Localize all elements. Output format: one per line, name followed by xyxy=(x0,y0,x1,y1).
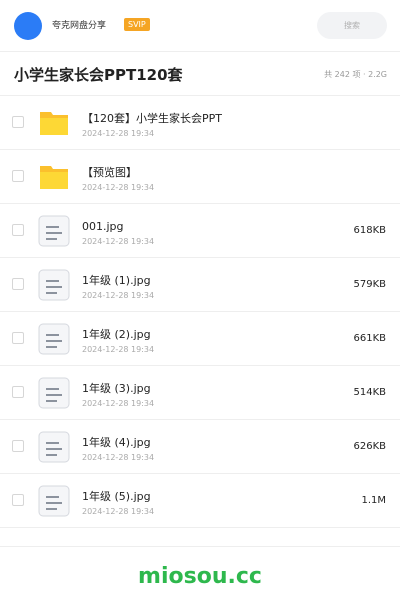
file-size: 579KB xyxy=(353,279,386,290)
file-icon xyxy=(38,269,70,301)
watermark: miosou.cc xyxy=(138,564,262,589)
file-icon xyxy=(38,215,70,247)
page-title: 小学生家长会PPT120套 xyxy=(14,66,183,84)
select-checkbox[interactable] xyxy=(12,332,24,344)
file-size: 514KB xyxy=(353,387,386,398)
file-name: 【120套】小学生家长会PPT xyxy=(82,112,222,125)
file-date: 2024-12-28 19:34 xyxy=(82,129,155,138)
file-name: 1年级 (4).jpg xyxy=(82,436,151,449)
file-date: 2024-12-28 19:34 xyxy=(82,507,155,516)
file-date: 2024-12-28 19:34 xyxy=(82,237,155,246)
avatar[interactable] xyxy=(14,12,42,40)
select-checkbox[interactable] xyxy=(12,170,24,182)
file-date: 2024-12-28 19:34 xyxy=(82,291,155,300)
file-icon xyxy=(38,323,70,355)
file-date: 2024-12-28 19:34 xyxy=(82,399,155,408)
file-name: 【预览图】 xyxy=(82,166,137,179)
list-item[interactable]: 【预览图】 2024-12-28 19:34 xyxy=(0,150,400,204)
file-size: 661KB xyxy=(353,333,386,344)
file-name: 1年级 (2).jpg xyxy=(82,328,151,341)
list-item[interactable]: 001.jpg 2024-12-28 19:34 618KB xyxy=(0,204,400,258)
file-icon xyxy=(38,431,70,463)
select-checkbox[interactable] xyxy=(12,278,24,290)
file-date: 2024-12-28 19:34 xyxy=(82,183,155,192)
select-checkbox[interactable] xyxy=(12,224,24,236)
file-name: 001.jpg xyxy=(82,220,124,233)
file-icon xyxy=(38,485,70,517)
top-bar: 夸克网盘分享 SVIP 搜索 xyxy=(0,0,400,52)
footer: miosou.cc xyxy=(0,546,400,600)
folder-icon xyxy=(38,161,70,193)
list-item[interactable]: 1年级 (1).jpg 2024-12-28 19:34 579KB xyxy=(0,258,400,312)
title-row: 小学生家长会PPT120套 共 242 项 · 2.2G xyxy=(0,52,400,96)
list-item[interactable]: 【120套】小学生家长会PPT 2024-12-28 19:34 xyxy=(0,96,400,150)
file-name: 1年级 (3).jpg xyxy=(82,382,151,395)
file-date: 2024-12-28 19:34 xyxy=(82,453,155,462)
file-date: 2024-12-28 19:34 xyxy=(82,345,155,354)
list-item[interactable]: 1年级 (5).jpg 2024-12-28 19:34 1.1M xyxy=(0,474,400,528)
file-name: 1年级 (5).jpg xyxy=(82,490,151,503)
list-item[interactable]: 1年级 (4).jpg 2024-12-28 19:34 626KB xyxy=(0,420,400,474)
file-icon xyxy=(38,377,70,409)
folder-icon xyxy=(38,107,70,139)
search-input[interactable]: 搜索 xyxy=(317,12,387,39)
select-checkbox[interactable] xyxy=(12,116,24,128)
select-checkbox[interactable] xyxy=(12,440,24,452)
list-item[interactable]: 1年级 (2).jpg 2024-12-28 19:34 661KB xyxy=(0,312,400,366)
select-checkbox[interactable] xyxy=(12,494,24,506)
file-name: 1年级 (1).jpg xyxy=(82,274,151,287)
select-checkbox[interactable] xyxy=(12,386,24,398)
file-size: 626KB xyxy=(353,441,386,452)
svip-badge: SVIP xyxy=(124,18,150,31)
list-item[interactable]: 1年级 (3).jpg 2024-12-28 19:34 514KB xyxy=(0,366,400,420)
app-name: 夸克网盘分享 xyxy=(52,21,107,31)
share-page: 夸克网盘分享 SVIP 搜索 小学生家长会PPT120套 共 242 项 · 2… xyxy=(0,0,400,600)
item-count-size: 共 242 项 · 2.2G xyxy=(324,70,387,79)
file-size: 1.1M xyxy=(361,495,386,506)
file-size: 618KB xyxy=(353,225,386,236)
file-list: 【120套】小学生家长会PPT 2024-12-28 19:34 【预览图】 2024… xyxy=(0,96,400,528)
